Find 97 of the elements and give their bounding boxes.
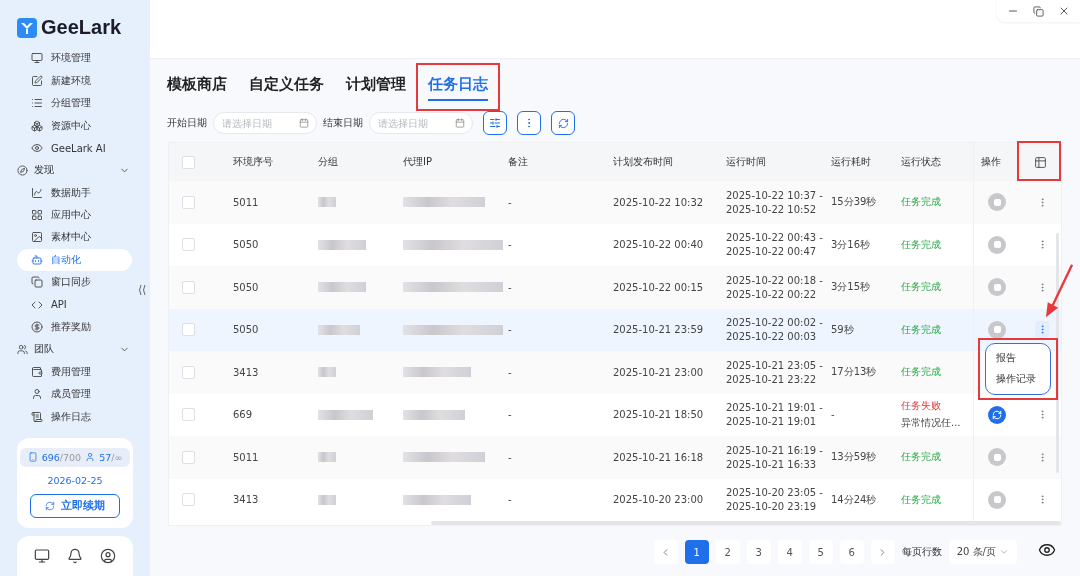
table-cell-text: 2025-10-22 10:32 (612, 196, 705, 208)
table-cell-text: - (507, 451, 513, 463)
table-cell-text: 2025-10-22 00:40 (612, 239, 705, 251)
nav-item[interactable]: 资源中心 (17, 114, 132, 137)
status-text: 任务完成 (901, 493, 941, 505)
menu-item[interactable]: 报告 (986, 350, 1050, 367)
status-text: 任务完成 (901, 366, 941, 378)
section-header[interactable]: 发现 (0, 159, 150, 182)
nav-item[interactable]: 应用中心 (17, 203, 132, 227)
status-text: 任务完成 (901, 323, 941, 335)
nav-item[interactable]: API (17, 293, 132, 317)
table-cell-text: 3413 (232, 494, 260, 506)
field-label: 开始日期 (167, 116, 207, 130)
table-cell-text: 2025-10-22 00:18 - 2025-10-22 00:22 (725, 274, 824, 300)
nav-item[interactable]: 环境管理 (17, 47, 132, 70)
page-button[interactable]: 5 (808, 540, 833, 564)
page-button[interactable]: 6 (839, 540, 864, 564)
table-cell-text: 2025-10-22 10:37 - 2025-10-22 10:52 (725, 189, 824, 215)
table-cell-text: 5011 (232, 196, 260, 208)
column-header: 计划发布时间 (612, 155, 674, 169)
table-cell-text: 17分13秒 (830, 365, 878, 380)
table-cell-text: 2025-10-21 23:05 - 2025-10-21 23:22 (725, 359, 824, 385)
nav-item[interactable]: 新建环境 (17, 69, 132, 92)
table-cell-text: 13分59秒 (830, 450, 878, 465)
table-cell-text: 2025-10-20 23:00 (612, 494, 705, 506)
nav-item[interactable]: 数据助手 (17, 181, 132, 204)
nav-item[interactable]: 成员管理 (17, 383, 132, 406)
expiry-date: 2026-02-25 (47, 474, 103, 486)
table-cell-text: 2025-10-21 16:18 (612, 451, 705, 463)
page-button[interactable]: 4 (777, 540, 802, 564)
table-cell-text: - (507, 281, 513, 293)
date-field[interactable]: 请选择日期 (213, 112, 317, 134)
menu-item[interactable]: 操作记录 (986, 371, 1050, 388)
table-cell-text: 14分24秒 (830, 492, 878, 507)
table-cell-text: 5050 (232, 239, 260, 251)
table-cell-text: - (507, 366, 513, 378)
table-cell-text: - (507, 409, 513, 421)
table-cell-text: 5050 (232, 281, 260, 293)
nav-item[interactable]: 自动化 (17, 248, 132, 272)
table-cell-text: 2025-10-21 16:19 - 2025-10-21 16:33 (725, 444, 824, 470)
nav-item[interactable]: 操作日志 (17, 405, 132, 428)
table-cell-text: - (830, 409, 836, 421)
table-cell-text: 59秒 (830, 322, 855, 337)
status-text: 任务完成 (901, 238, 941, 250)
nav-item[interactable]: 素材中心 (17, 226, 132, 249)
tab[interactable]: 自定义任务 (249, 75, 324, 101)
nav-item[interactable]: GeeLark AI (17, 136, 132, 160)
nav-item[interactable]: 分组管理 (17, 91, 132, 115)
table-cell-text: 2025-10-22 00:02 - 2025-10-22 00:03 (725, 317, 824, 343)
table-cell-text: - (507, 196, 513, 208)
table-cell-text: 2025-10-21 23:00 (612, 366, 705, 378)
status-detail: 异常情况任... (901, 416, 962, 431)
column-header: 环境序号 (232, 155, 274, 169)
status-text: 任务完成 (901, 196, 941, 208)
table-cell-text: - (507, 324, 513, 336)
status-text: 任务失败 (901, 399, 942, 414)
table-cell-text: 5011 (232, 451, 260, 463)
table-cell-text: 2025-10-22 00:15 (612, 281, 705, 293)
field-label: 结束日期 (323, 116, 363, 130)
page-size-select[interactable]: 20 条/页 (948, 540, 1017, 564)
column-header: 运行时间 (725, 155, 767, 169)
tab[interactable]: 任务日志 (428, 75, 488, 101)
status-text: 任务完成 (901, 451, 941, 463)
column-header: 运行耗时 (830, 155, 872, 169)
table-cell-text: 2025-10-20 23:05 - 2025-10-20 23:19 (725, 487, 824, 513)
table-cell-text: 2025-10-21 19:01 - 2025-10-21 19:01 (725, 402, 824, 428)
page-button[interactable]: 3 (746, 540, 771, 564)
member-count: 57/∞ (99, 451, 123, 463)
page-button[interactable]: 1 (684, 540, 709, 564)
column-header: 运行状态 (900, 155, 942, 169)
table-cell-text: 2025-10-21 23:59 (612, 324, 705, 336)
table-cell-text: 3分16秒 (830, 237, 872, 252)
renew-button[interactable]: 立即续期 (30, 493, 120, 518)
column-header: 分组 (317, 155, 339, 169)
column-header: 代理IP (402, 155, 433, 169)
table-cell-text: 3分15秒 (830, 280, 872, 295)
table-cell-text: 669 (232, 409, 254, 421)
page-button[interactable]: 2 (715, 540, 740, 564)
nav-item[interactable]: 推荐奖励 (17, 316, 132, 339)
tab[interactable]: 计划管理 (346, 75, 406, 101)
table-cell-text: - (507, 494, 513, 506)
rows-per-page-label: 每页行数 (901, 545, 942, 559)
column-header: 备注 (507, 155, 529, 169)
table-cell-text: 15分39秒 (830, 195, 878, 210)
date-field[interactable]: 请选择日期 (369, 112, 473, 134)
table-cell-text: 5050 (232, 324, 260, 336)
logo-text: GeeLark (41, 16, 122, 39)
tab[interactable]: 模板商店 (167, 75, 227, 101)
nav-item[interactable]: 窗口同步 (17, 271, 132, 294)
table-cell-text: 3413 (232, 366, 260, 378)
status-text: 任务完成 (901, 281, 941, 293)
device-count: 696/700 (41, 451, 82, 463)
nav-item[interactable]: 费用管理 (17, 360, 132, 384)
table-cell-text: - (507, 239, 513, 251)
section-header[interactable]: 团队 (0, 338, 150, 361)
table-cell-text: 2025-10-22 00:43 - 2025-10-22 00:47 (725, 232, 824, 258)
table-cell-text: 2025-10-21 18:50 (612, 409, 705, 421)
